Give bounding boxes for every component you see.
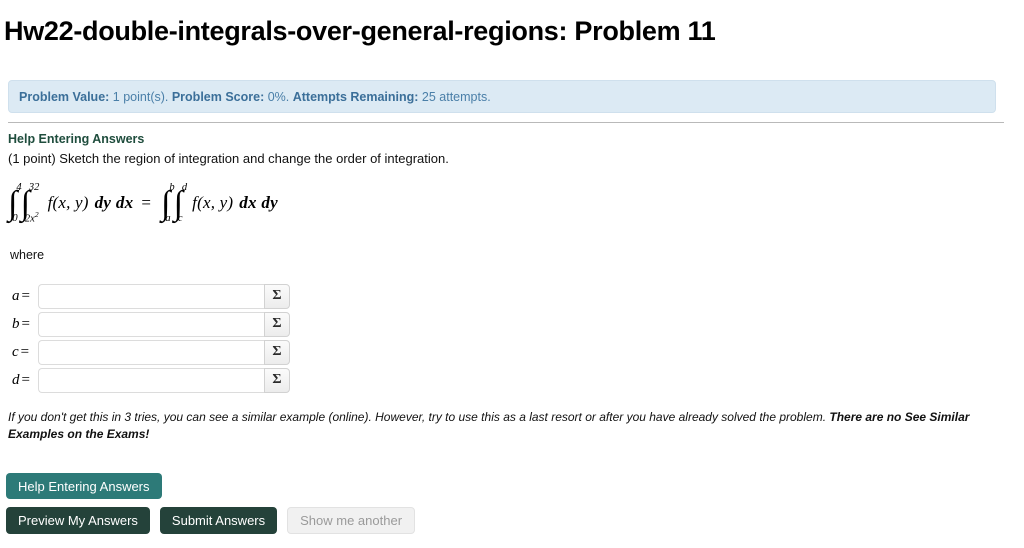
footnote-normal-text: If you don't get this in 3 tries, you ca… bbox=[8, 410, 830, 424]
help-entering-answers-button[interactable]: Help Entering Answers bbox=[6, 473, 162, 499]
left-inner-lower-exponent: 2 bbox=[34, 209, 39, 219]
answer-equals-b: = bbox=[21, 315, 30, 332]
math-palette-sigma-button-d[interactable]: Σ bbox=[264, 367, 290, 393]
problem-prompt: (1 point) Sketch the region of integrati… bbox=[8, 151, 449, 166]
right-outer-integral: ∫ b a bbox=[161, 182, 175, 224]
math-palette-sigma-button-a[interactable]: Σ bbox=[264, 283, 290, 309]
answer-label-a: a = bbox=[8, 288, 38, 305]
right-inner-lower-limit: c bbox=[177, 213, 183, 224]
right-inner-integral: ∫ d c bbox=[174, 182, 188, 224]
problem-value-label: Problem Value: bbox=[19, 89, 110, 104]
math-palette-sigma-button-c[interactable]: Σ bbox=[264, 339, 290, 365]
similar-example-note: If you don't get this in 3 tries, you ca… bbox=[8, 409, 986, 443]
left-integrand: f(x, y) bbox=[47, 193, 89, 212]
answer-row-c: c = Σ bbox=[8, 338, 290, 366]
left-inner-lower-base: 2x bbox=[24, 213, 35, 224]
problem-value: 1 point(s). bbox=[109, 89, 172, 104]
help-entering-answers-link[interactable]: Help Entering Answers bbox=[8, 132, 144, 146]
answer-variable-b: b bbox=[12, 315, 20, 332]
input-group-b: Σ bbox=[38, 311, 290, 337]
right-differentials: dx dy bbox=[239, 193, 279, 212]
left-inner-upper-limit: 32 bbox=[28, 182, 40, 193]
submit-answers-button[interactable]: Submit Answers bbox=[159, 507, 278, 534]
info-bar-text: Problem Value: 1 point(s). Problem Score… bbox=[19, 90, 491, 104]
answer-input-c[interactable] bbox=[38, 339, 264, 365]
attempts-remaining-label: Attempts Remaining: bbox=[292, 89, 419, 104]
answer-label-b: b = bbox=[8, 316, 38, 333]
left-inner-integral: ∫ 32 2x2 bbox=[21, 182, 41, 225]
attempts-remaining-value: 25 attempts. bbox=[418, 89, 491, 104]
answer-row-a: a = Σ bbox=[8, 282, 290, 310]
answer-label-c: c = bbox=[8, 344, 38, 361]
integral-equation: ∫ 4 0 ∫ 32 2x2 f(x, y) dy dx = ∫ b a ∫ d… bbox=[8, 181, 278, 225]
left-outer-lower-limit: 0 bbox=[12, 213, 18, 224]
answer-row-d: d = Σ bbox=[8, 366, 290, 394]
input-group-a: Σ bbox=[38, 283, 290, 309]
section-divider bbox=[8, 122, 1004, 123]
answer-variable-c: c bbox=[12, 343, 19, 360]
answer-equals-c: = bbox=[20, 343, 30, 360]
left-inner-lower-limit: 2x2 bbox=[25, 210, 39, 225]
input-group-c: Σ bbox=[38, 339, 290, 365]
answer-input-d[interactable] bbox=[38, 367, 264, 393]
answer-input-a[interactable] bbox=[38, 283, 264, 309]
problem-page: Hw22-double-integrals-over-general-regio… bbox=[0, 0, 1024, 548]
answer-row-b: b = Σ bbox=[8, 310, 290, 338]
input-group-d: Σ bbox=[38, 367, 290, 393]
answer-input-b[interactable] bbox=[38, 311, 264, 337]
problem-info-bar: Problem Value: 1 point(s). Problem Score… bbox=[8, 80, 996, 113]
right-inner-upper-limit: d bbox=[181, 182, 188, 193]
answer-variable-a: a bbox=[12, 287, 20, 304]
equals-sign: = bbox=[141, 193, 152, 212]
answer-fields: a = Σ b = Σ c = Σ d = Σ bbox=[8, 282, 290, 394]
answer-label-d: d = bbox=[8, 372, 38, 389]
left-differentials: dy dx bbox=[94, 193, 134, 212]
where-label: where bbox=[10, 248, 45, 262]
page-title: Hw22-double-integrals-over-general-regio… bbox=[4, 16, 716, 46]
problem-score: 0%. bbox=[264, 89, 293, 104]
preview-my-answers-button[interactable]: Preview My Answers bbox=[6, 507, 150, 534]
answer-variable-d: d bbox=[12, 371, 20, 388]
problem-score-label: Problem Score: bbox=[171, 89, 265, 104]
right-integrand: f(x, y) bbox=[192, 193, 234, 212]
answer-equals-d: = bbox=[21, 371, 30, 388]
action-button-row: Preview My Answers Submit Answers Show m… bbox=[6, 507, 416, 534]
math-palette-sigma-button-b[interactable]: Σ bbox=[264, 311, 290, 337]
left-outer-integral: ∫ 4 0 bbox=[8, 182, 22, 224]
answer-equals-a: = bbox=[21, 287, 30, 304]
right-outer-lower-limit: a bbox=[165, 213, 171, 224]
show-me-another-button: Show me another bbox=[287, 507, 416, 534]
